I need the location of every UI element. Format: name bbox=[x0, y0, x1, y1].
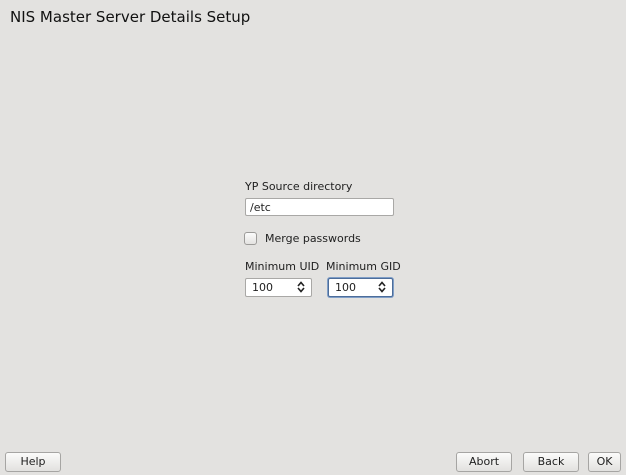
abort-button[interactable]: Abort bbox=[456, 452, 512, 472]
spin-arrows-icon[interactable] bbox=[297, 281, 305, 293]
min-uid-label: Minimum UID bbox=[245, 260, 320, 273]
min-gid-value: 100 bbox=[335, 281, 356, 294]
page-title: NIS Master Server Details Setup bbox=[10, 8, 251, 26]
spin-arrows-icon[interactable] bbox=[378, 281, 386, 293]
merge-passwords-row[interactable]: Merge passwords bbox=[244, 232, 361, 245]
min-uid-value: 100 bbox=[252, 281, 273, 294]
yp-source-label: YP Source directory bbox=[245, 180, 353, 193]
min-uid-spinbox[interactable]: 100 bbox=[245, 278, 312, 297]
ok-button[interactable]: OK bbox=[588, 452, 621, 472]
yp-source-input[interactable]: /etc bbox=[245, 198, 394, 216]
min-gid-label: Minimum GID bbox=[326, 260, 401, 273]
back-button[interactable]: Back bbox=[523, 452, 579, 472]
min-gid-spinbox[interactable]: 100 bbox=[328, 278, 393, 297]
merge-passwords-checkbox[interactable] bbox=[244, 232, 257, 245]
merge-passwords-label: Merge passwords bbox=[265, 232, 361, 245]
help-button[interactable]: Help bbox=[5, 452, 61, 472]
